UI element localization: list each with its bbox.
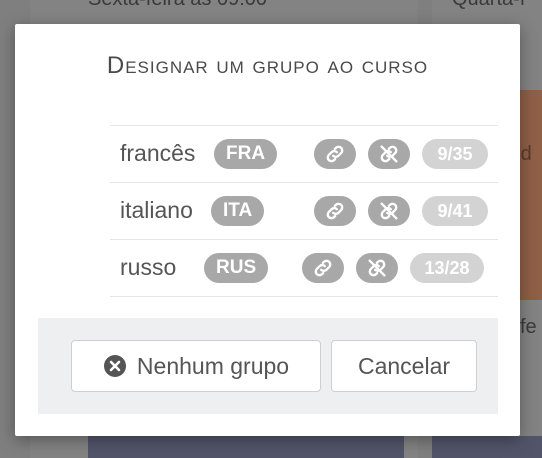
link-icon <box>326 202 344 220</box>
group-list: francês FRA 9/35 italiano ITA 9/41 russo… <box>110 125 498 297</box>
cancel-button-label: Cancelar <box>357 352 451 379</box>
unlink-icon <box>368 259 386 277</box>
day-header-left: Sexta-feira às 09:00 <box>88 0 267 11</box>
modal-footer: Nenhum grupo Cancelar <box>38 318 498 414</box>
group-row: russo RUS 13/28 <box>110 239 498 297</box>
group-name: russo <box>120 254 177 280</box>
link-button[interactable] <box>314 139 356 169</box>
background-text: fe <box>520 316 537 338</box>
assign-group-modal: Designar um grupo ao curso francês FRA 9… <box>15 24 520 436</box>
group-name: francês <box>120 140 196 166</box>
link-button[interactable] <box>302 253 344 283</box>
course-block-bottom-left <box>88 436 404 458</box>
link-button[interactable] <box>314 196 356 226</box>
unlink-icon <box>380 145 398 163</box>
course-block-bottom-right <box>432 436 542 458</box>
no-group-button-label: Nenhum grupo <box>136 352 290 379</box>
day-header-right: Quarta-f <box>452 0 525 11</box>
group-row: francês FRA 9/35 <box>110 125 498 182</box>
group-name: italiano <box>120 197 193 223</box>
group-code-badge: ITA <box>211 196 265 226</box>
member-count-badge: 9/41 <box>422 196 488 226</box>
close-circle-icon <box>103 354 127 378</box>
unlink-icon <box>380 202 398 220</box>
link-icon <box>314 259 332 277</box>
no-group-button[interactable]: Nenhum grupo <box>71 340 321 392</box>
unlink-button[interactable] <box>368 139 410 169</box>
group-code-badge: FRA <box>214 139 278 169</box>
group-row: italiano ITA 9/41 <box>110 182 498 239</box>
modal-title: Designar um grupo ao curso <box>106 52 429 79</box>
member-count-badge: 9/35 <box>422 139 488 169</box>
member-count-badge: 13/28 <box>410 253 484 283</box>
unlink-button[interactable] <box>368 196 410 226</box>
unlink-button[interactable] <box>356 253 398 283</box>
cancel-button[interactable]: Cancelar <box>331 340 477 392</box>
link-icon <box>326 145 344 163</box>
group-code-badge: RUS <box>204 253 269 283</box>
